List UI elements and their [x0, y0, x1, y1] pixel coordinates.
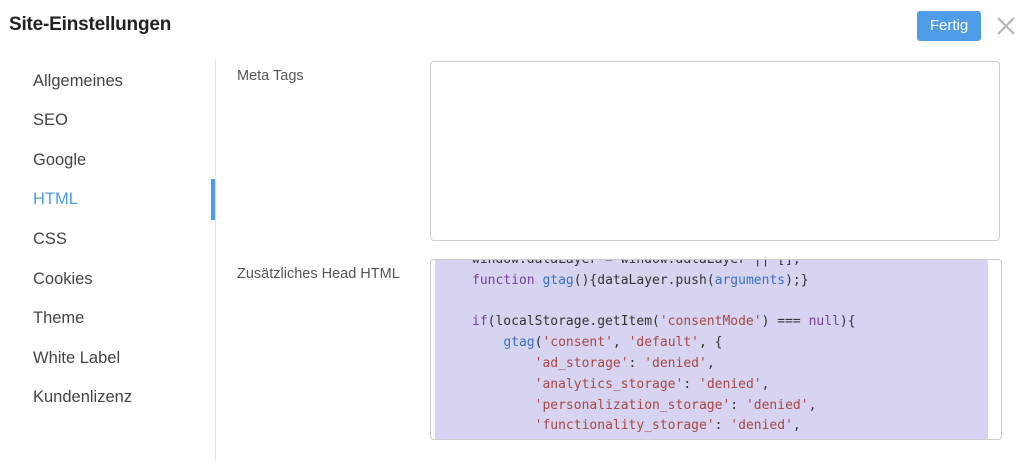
head-html-code-editor[interactable]: window.dataLayer = window.dataLayer || [… [430, 259, 1002, 440]
code-line: function gtag(){dataLayer.push(arguments… [472, 272, 809, 288]
page-title: Site-Einstellungen [9, 14, 172, 35]
close-icon[interactable] [994, 14, 1018, 38]
sidebar-item-allgemeines[interactable]: Allgemeines [33, 66, 203, 96]
sidebar-divider [215, 60, 216, 461]
code-content: window.dataLayer = window.dataLayer || [… [472, 259, 856, 439]
active-indicator [211, 179, 215, 220]
sidebar-item-seo[interactable]: SEO [33, 105, 203, 135]
code-line: 'security_storage': 'denied', [472, 437, 856, 439]
code-line: 'ad_storage': 'denied', [534, 355, 715, 371]
code-line: 'analytics_storage': 'denied', [534, 376, 770, 392]
head-html-label: Zusätzliches Head HTML [237, 266, 400, 282]
code-line: window.dataLayer = window.dataLayer || [… [472, 259, 801, 267]
sidebar-item-google[interactable]: Google [33, 145, 203, 175]
header: Site-Einstellungen Fertig [0, 0, 1024, 56]
sidebar-item-cookies[interactable]: Cookies [33, 264, 203, 294]
settings-sidebar: Allgemeines SEO Google HTML CSS Cookies … [0, 60, 216, 461]
meta-tags-textarea[interactable] [430, 61, 1000, 241]
code-line: if(localStorage.getItem('consentMode') =… [472, 314, 856, 330]
sidebar-item-html[interactable]: HTML [33, 184, 203, 214]
code-line: 'functionality_storage': 'denied', [534, 418, 801, 434]
code-line: 'personalization_storage': 'denied', [534, 397, 817, 413]
code-line: gtag('consent', 'default', { [503, 335, 723, 351]
sidebar-item-white-label[interactable]: White Label [33, 343, 203, 373]
done-button[interactable]: Fertig [917, 11, 981, 41]
meta-tags-label: Meta Tags [237, 68, 304, 84]
sidebar-item-css[interactable]: CSS [33, 224, 203, 254]
sidebar-item-theme[interactable]: Theme [33, 303, 203, 333]
sidebar-item-kundenlizenz[interactable]: Kundenlizenz [33, 382, 203, 412]
